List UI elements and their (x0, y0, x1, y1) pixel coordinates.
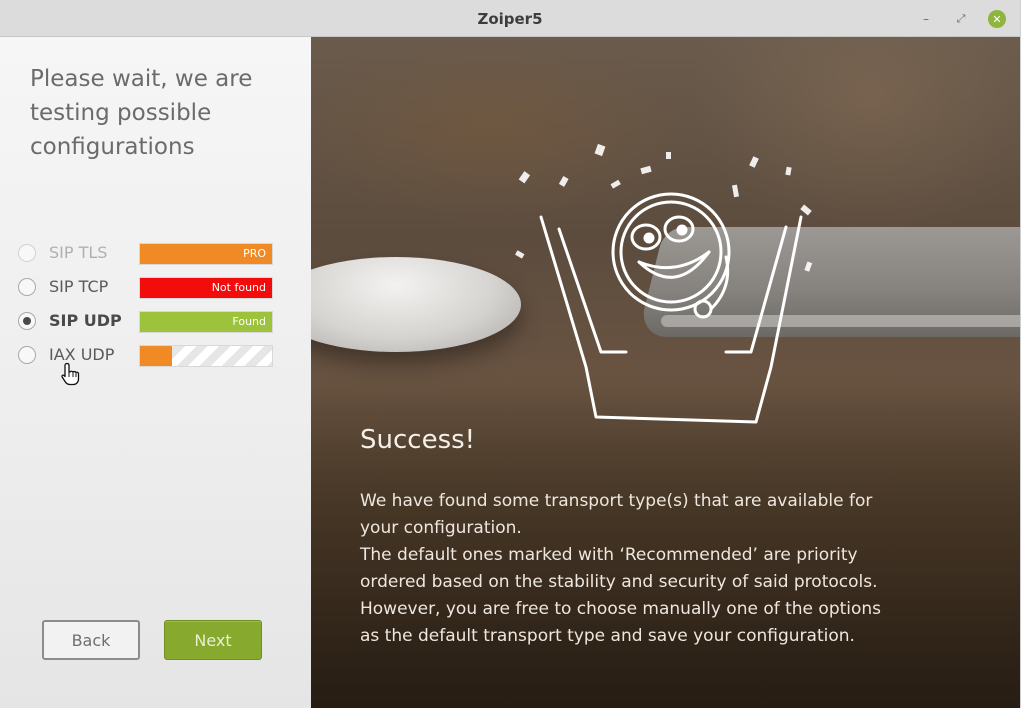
celebrating-mascot-icon (515, 143, 813, 424)
config-test-panel: Please wait, we are testing possible con… (0, 37, 311, 708)
radio-sip-tcp[interactable] (18, 278, 36, 296)
status-bar-fill (140, 346, 172, 366)
transport-option-iax-udp[interactable]: IAX UDP (18, 344, 278, 368)
status-text: Found (232, 315, 266, 328)
message-line: The default ones marked with ‘Recommende… (360, 545, 858, 565)
minimize-button[interactable]: – (917, 10, 935, 28)
heading-line: testing possible (30, 100, 212, 126)
status-bar-sip-tcp: Not found (139, 277, 273, 299)
message-line: However, you are free to choose manually… (360, 599, 882, 619)
status-text: Not found (211, 281, 266, 294)
heading-line: Please wait, we are (30, 66, 253, 92)
success-panel: Success! We have found some transport ty… (311, 37, 1020, 708)
transport-option-sip-tcp[interactable]: SIP TCP Not found (18, 276, 278, 300)
mouse-image (311, 257, 521, 352)
minimize-icon: – (923, 12, 929, 26)
window-title: Zoiper5 (477, 10, 543, 28)
message-line: ordered based on the stability and secur… (360, 572, 878, 592)
message-line: We have found some transport type(s) tha… (360, 491, 873, 511)
message-line: as the default transport type and save y… (360, 626, 855, 646)
message-line: your configuration. (360, 518, 522, 538)
status-text: PRO (243, 247, 266, 260)
close-button[interactable]: ✕ (988, 10, 1006, 28)
radio-sip-tls (18, 244, 36, 262)
status-bar-sip-tls: PRO (139, 243, 273, 265)
radio-iax-udp[interactable] (18, 346, 36, 364)
transport-option-sip-tls: SIP TLS PRO (18, 242, 278, 266)
next-button[interactable]: Next (164, 620, 262, 660)
transport-label: SIP TLS (49, 243, 108, 262)
zoiper-window: Zoiper5 – ⤢ ✕ Please wait, we are testin… (0, 0, 1021, 708)
transport-label[interactable]: SIP TCP (49, 277, 108, 296)
success-title: Success! (360, 425, 476, 455)
hand-cursor-icon (61, 362, 80, 386)
maximize-icon: ⤢ (956, 12, 966, 25)
transport-option-sip-udp[interactable]: SIP UDP Found (18, 310, 278, 334)
heading-line: configurations (30, 134, 195, 160)
success-message: We have found some transport type(s) tha… (360, 488, 920, 650)
close-icon: ✕ (992, 12, 1002, 26)
status-bar-sip-udp: Found (139, 311, 273, 333)
title-bar: Zoiper5 – ⤢ ✕ (0, 0, 1020, 37)
back-button[interactable]: Back (42, 620, 140, 660)
maximize-button[interactable]: ⤢ (952, 10, 970, 28)
transport-label[interactable]: SIP UDP (49, 311, 122, 330)
progress-bar-iax-udp (139, 345, 273, 367)
radio-sip-udp[interactable] (18, 312, 36, 330)
page-heading: Please wait, we are testing possible con… (30, 62, 290, 164)
